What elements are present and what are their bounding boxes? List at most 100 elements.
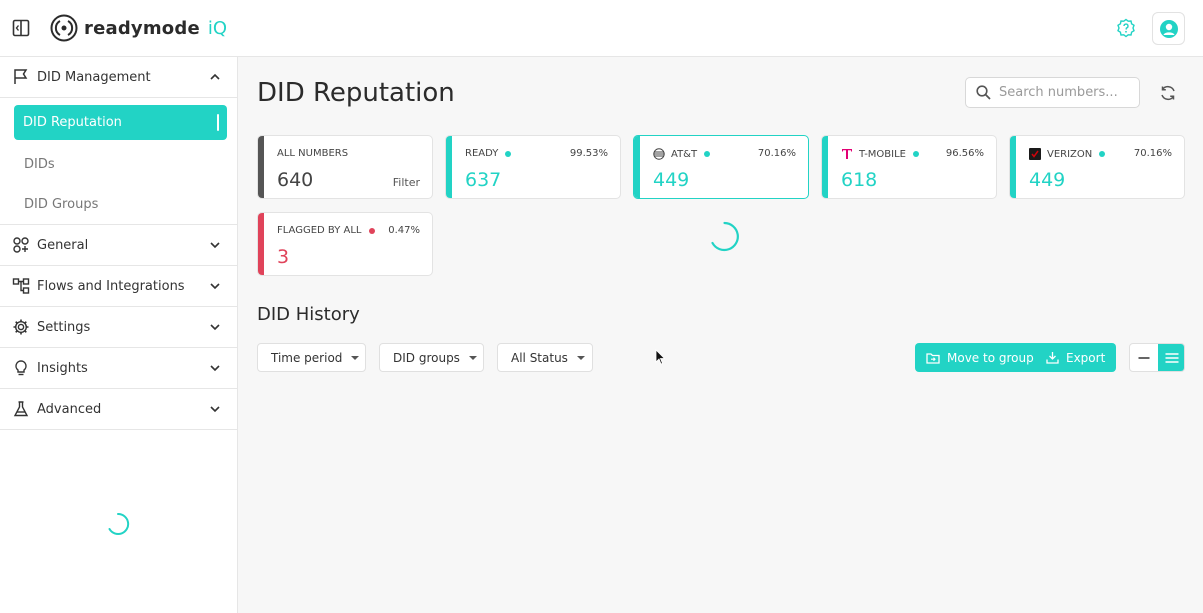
card-value: 449 [653,169,690,191]
card-ready[interactable]: READY 99.53% 637 [445,135,621,199]
bulb-icon [15,360,27,376]
search-input[interactable] [999,85,1129,100]
card-accent [258,213,264,275]
card-value: 449 [1029,169,1066,191]
card-percent: 0.47% [388,225,420,236]
nav-group-label: DID Management [37,69,151,85]
sidebar-item-dids[interactable]: DIDs [0,144,237,184]
card-all-numbers[interactable]: ALL NUMBERS 640 Filter [257,135,433,199]
card-percent: 96.56% [945,148,984,159]
download-icon [1046,352,1059,364]
status-dot [505,150,512,157]
bulk-actions-group: Move to group Export [915,343,1116,372]
time-period-dropdown[interactable]: Time period [257,343,366,372]
card-filter-link[interactable]: Filter [393,176,420,189]
status-dropdown[interactable]: All Status [497,343,593,372]
refresh-icon[interactable] [1159,84,1177,102]
card-accent [446,136,452,198]
nav-group-advanced[interactable]: Advanced [0,389,237,430]
sidebar-item-label: DID Groups [24,196,99,212]
card-value: 3 [277,246,290,268]
minus-icon [1138,356,1150,359]
card-accent [1010,136,1016,198]
menu-lines-icon [1165,352,1179,363]
card-tmobile[interactable]: T-MOBILE 96.56% 618 [821,135,997,199]
card-percent: 70.16% [757,148,796,159]
did-groups-dropdown[interactable]: DID groups [379,343,484,372]
compact-view-button[interactable] [1130,344,1158,371]
card-value: 637 [465,169,502,191]
gear-icon [13,319,29,335]
section-title-did-history: DID History [257,304,360,325]
mouse-cursor-icon [655,349,665,365]
nav-group-label: General [37,237,89,253]
card-label: VERIZON [1047,148,1093,160]
move-to-group-button[interactable]: Move to group [915,343,1037,372]
sidebar-toggle-icon[interactable] [12,19,30,37]
did-management-submenu: DID Reputation DIDs DID Groups [0,98,237,225]
card-accent [822,136,828,198]
nav-group-insights[interactable]: Insights [0,348,237,389]
card-verizon[interactable]: VERIZON 70.16% 449 [1009,135,1185,199]
card-label-wrap: T-MOBILE [841,148,919,160]
flag-icon [14,69,28,84]
logo-text: readymode [84,17,200,39]
nav-group-did-management[interactable]: DID Management [0,57,237,98]
help-icon[interactable] [1116,18,1136,38]
nav-group-label: Insights [37,360,88,376]
top-bar: readymode iQ [0,0,1203,57]
att-globe-icon [653,148,665,160]
search-box[interactable] [965,77,1140,108]
status-dot [913,151,919,157]
status-dot [1099,151,1106,157]
verizon-logo-icon [1029,148,1041,160]
nav-group-label: Advanced [37,401,102,417]
app-logo[interactable]: readymode iQ [50,14,227,42]
card-percent: 99.53% [569,148,608,159]
card-label-wrap: FLAGGED BY ALL [277,225,375,236]
card-att[interactable]: AT&T 70.16% 449 [633,135,809,199]
card-accent [258,136,264,198]
card-value: 640 [277,169,314,191]
card-label: T-MOBILE [859,148,906,160]
shapes-icon [13,237,29,253]
status-dot [368,227,375,234]
readymode-logo-icon [50,14,78,42]
card-label: READY [465,148,499,159]
loading-spinner-icon [108,512,130,535]
card-flagged-by-all[interactable]: FLAGGED BY ALL 0.47% 3 [257,212,433,276]
folder-move-icon [926,352,940,364]
nav-group-label: Flows and Integrations [37,278,185,294]
card-label-wrap: READY [465,148,512,159]
export-button[interactable]: Export [1037,343,1105,372]
dropdown-label: DID groups [393,350,460,365]
user-avatar-button[interactable] [1152,12,1185,45]
sidebar-item-did-groups[interactable]: DID Groups [0,184,237,224]
status-dot [704,151,711,157]
button-label: Export [1066,350,1106,365]
user-icon [1159,19,1178,38]
logo-suffix: iQ [207,17,228,39]
list-view-button[interactable] [1158,344,1184,371]
card-accent [634,136,640,198]
tmobile-logo-icon [842,149,852,159]
button-label: Move to group [947,350,1034,365]
card-label: ALL NUMBERS [277,148,349,159]
sidebar-item-label: DID Reputation [23,115,122,130]
chevron-down-icon [210,283,220,290]
card-label: AT&T [671,148,698,160]
nav-group-general[interactable]: General [0,225,237,266]
caret-down-icon [468,355,477,360]
nav-group-settings[interactable]: Settings [0,307,237,348]
search-icon [976,85,991,100]
nav-group-flows-integrations[interactable]: Flows and Integrations [0,266,237,307]
page-title: DID Reputation [257,78,455,108]
chevron-down-icon [210,242,220,249]
card-percent: 70.16% [1133,148,1172,159]
card-label-wrap: VERIZON [1029,148,1106,160]
card-label-wrap: AT&T [653,148,711,160]
sidebar: DID Management DID Reputation DIDs DID G… [0,57,238,613]
sidebar-item-did-reputation[interactable]: DID Reputation [14,105,227,140]
chevron-down-icon [210,365,220,372]
dropdown-label: Time period [271,350,343,365]
